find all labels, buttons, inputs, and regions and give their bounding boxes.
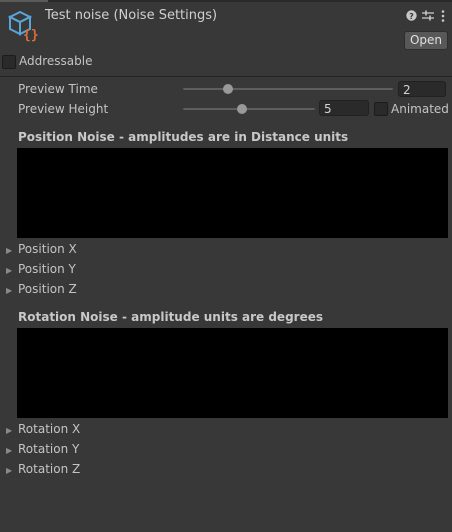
rotation-noise-graph [17, 328, 448, 418]
tab-indicator [0, 0, 48, 2]
foldout-position-y[interactable]: ▶ Position Y [6, 262, 76, 276]
foldout-rotation-y[interactable]: ▶ Rotation Y [6, 442, 79, 456]
preview-time-slider-thumb[interactable] [223, 84, 233, 94]
script-cube-icon: {} [7, 10, 40, 43]
open-button[interactable]: Open [404, 31, 448, 50]
foldout-label: Rotation Y [18, 442, 80, 456]
foldout-arrow-icon: ▶ [6, 446, 13, 455]
addressable-checkbox[interactable] [2, 55, 16, 69]
foldout-rotation-z[interactable]: ▶ Rotation Z [6, 462, 80, 476]
header-divider [0, 76, 452, 77]
rotation-noise-title: Rotation Noise - amplitude units are deg… [18, 310, 323, 324]
more-vert-icon[interactable] [441, 10, 445, 22]
foldout-arrow-icon: ▶ [6, 286, 13, 295]
preview-time-slider-track [183, 88, 393, 90]
foldout-label: Rotation X [18, 422, 81, 436]
inspector-title: Test noise (Noise Settings) [45, 8, 218, 23]
preview-height-field[interactable]: 5 [319, 100, 369, 116]
foldout-arrow-icon: ▶ [6, 466, 13, 475]
foldout-label: Rotation Z [18, 462, 81, 476]
foldout-position-z[interactable]: ▶ Position Z [6, 282, 77, 296]
preview-height-slider[interactable] [183, 102, 315, 116]
preview-height-slider-track [183, 108, 315, 110]
foldout-arrow-icon: ▶ [6, 246, 13, 255]
foldout-label: Position Z [18, 282, 77, 296]
foldout-position-x[interactable]: ▶ Position X [6, 242, 77, 256]
addressable-label: Addressable [19, 54, 93, 68]
foldout-rotation-x[interactable]: ▶ Rotation X [6, 422, 80, 436]
foldout-arrow-icon: ▶ [6, 426, 13, 435]
foldout-arrow-icon: ▶ [6, 266, 13, 275]
settings-sliders-icon[interactable] [422, 10, 434, 21]
preview-time-slider[interactable] [183, 82, 393, 96]
position-noise-title: Position Noise - amplitudes are in Dista… [18, 130, 349, 144]
top-border [0, 0, 452, 2]
foldout-label: Position X [18, 242, 77, 256]
preview-time-field[interactable]: 2 [398, 81, 446, 97]
svg-text:{}: {} [23, 28, 39, 42]
preview-height-slider-thumb[interactable] [237, 104, 247, 114]
foldout-label: Position Y [18, 262, 76, 276]
animated-label: Animated [391, 102, 449, 116]
preview-time-label: Preview Time [18, 82, 98, 96]
position-noise-graph [17, 148, 448, 238]
animated-checkbox[interactable] [374, 102, 388, 116]
svg-text:?: ? [409, 12, 414, 21]
help-icon[interactable]: ? [406, 10, 417, 21]
preview-height-label: Preview Height [18, 102, 109, 116]
